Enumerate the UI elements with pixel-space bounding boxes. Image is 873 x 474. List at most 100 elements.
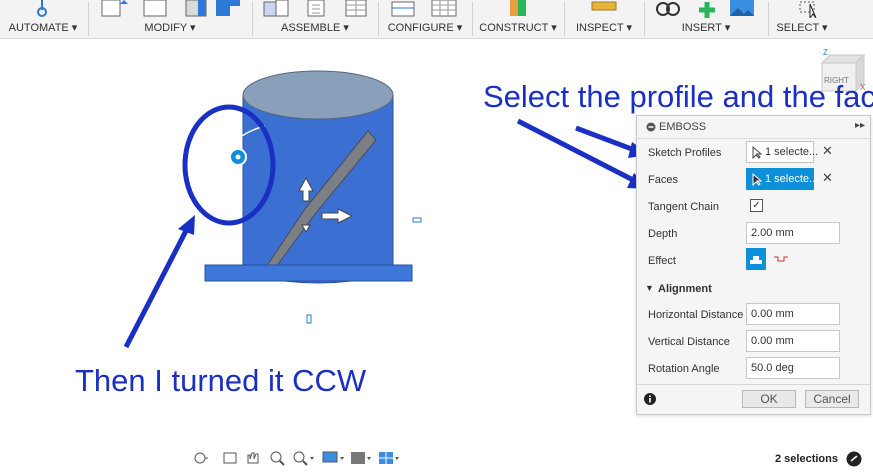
configure-group[interactable]: CONFIGURE ▾ [380, 0, 470, 38]
emboss-effect-icon [750, 256, 762, 264]
zoom-icon[interactable] [270, 451, 285, 466]
viewports-icon[interactable] [379, 452, 399, 464]
tangent-chain-checkbox[interactable]: ✓ [750, 199, 763, 212]
separator [564, 2, 565, 36]
cylinder-top-face[interactable] [242, 70, 394, 120]
automate-menu[interactable]: AUTOMATE ▾ [0, 21, 86, 34]
rotation-handle-center [235, 154, 241, 160]
assemble-group[interactable]: ASSEMBLE ▾ [254, 0, 376, 38]
cursor-arrow-icon [752, 146, 762, 159]
ribbon-toolbar: AUTOMATE ▾ MODIFY ▾ ASSEMBLE ▾ CONFIGURE… [0, 0, 873, 39]
component-icon [307, 0, 325, 17]
emboss-effect-button[interactable] [746, 248, 766, 270]
ok-button[interactable]: OK [742, 390, 796, 408]
assemble-menu[interactable]: ASSEMBLE ▾ [254, 21, 376, 34]
bottom-handle[interactable] [306, 314, 312, 324]
annotation-arrowhead-up [178, 215, 195, 235]
inspect-group[interactable]: INSPECT ▾ [566, 0, 642, 38]
config-table-icon [431, 0, 457, 17]
depth-row: Depth 2.00 mm [637, 221, 870, 248]
insert-menu[interactable]: INSERT ▾ [646, 21, 766, 34]
insert-plus-icon [699, 2, 715, 18]
construct-menu[interactable]: CONSTRUCT ▾ [474, 21, 562, 34]
tangent-chain-label: Tangent Chain [648, 201, 719, 213]
joint-icon [263, 0, 289, 17]
configure-menu[interactable]: CONFIGURE ▾ [380, 21, 470, 34]
modify-group[interactable]: MODIFY ▾ [90, 0, 250, 38]
construct-group[interactable]: CONSTRUCT ▾ [474, 0, 562, 38]
horizontal-distance-row: Horizontal Distance 0.00 mm [637, 302, 870, 329]
separator [644, 2, 645, 36]
sketch-profiles-row: Sketch Profiles 1 selecte... ✕ [637, 140, 870, 167]
navigation-icons [194, 451, 399, 466]
cylinder-body[interactable] [242, 94, 394, 284]
alignment-section[interactable]: ▼ Alignment [637, 276, 870, 303]
measure-icon [591, 1, 617, 11]
separator [768, 2, 769, 36]
vertical-distance-label: Vertical Distance [648, 336, 730, 348]
faces-select-button[interactable]: 1 selecte... [746, 168, 818, 190]
sketch-profiles-select-button[interactable]: 1 selecte... [746, 141, 818, 163]
cursor-arrow-icon [752, 173, 762, 186]
faces-row: Faces 1 selecte... ✕ [637, 167, 870, 194]
annotation-turned-text: Then I turned it CCW [75, 363, 367, 398]
select-cursor-icon [799, 1, 817, 18]
effect-label: Effect [648, 255, 676, 267]
faces-label: Faces [648, 174, 678, 186]
annotation-select-text: Select the profile and the face. [483, 79, 873, 114]
rotation-angle-row: Rotation Angle 50.0 deg [637, 356, 870, 383]
modify-menu[interactable]: MODIFY ▾ [90, 21, 250, 34]
sketch-profiles-label: Sketch Profiles [648, 147, 722, 159]
effect-row: Effect [637, 248, 870, 275]
shell-icon [216, 0, 240, 16]
depth-input[interactable]: 2.00 mm [746, 222, 840, 244]
look-at-icon[interactable] [223, 452, 237, 464]
inspect-menu[interactable]: INSPECT ▾ [566, 21, 642, 34]
automate-group[interactable]: AUTOMATE ▾ [0, 0, 86, 38]
expand-icon[interactable]: ▸▸ [855, 120, 865, 131]
info-icon[interactable] [644, 393, 656, 405]
selection-count: 2 selections [775, 453, 838, 465]
emboss-title: EMBOSS [659, 121, 707, 133]
fillet-icon [143, 0, 167, 17]
select-group[interactable]: SELECT ▾ [770, 0, 834, 38]
annotation-arrow-profiles [575, 125, 638, 154]
grid-settings-icon[interactable] [351, 452, 371, 464]
zoom-window-icon[interactable] [293, 451, 314, 466]
clear-profiles-icon[interactable]: ✕ [822, 143, 833, 159]
rotation-angle-label: Rotation Angle [648, 363, 720, 375]
vertical-distance-input[interactable]: 0.00 mm [746, 330, 840, 352]
automate-icon [37, 0, 47, 17]
rotation-angle-input[interactable]: 50.0 deg [746, 357, 840, 379]
collapse-minus-icon[interactable] [646, 122, 656, 132]
horizontal-distance-input[interactable]: 0.00 mm [746, 303, 840, 325]
separator [88, 2, 89, 36]
select-menu[interactable]: SELECT ▾ [770, 21, 834, 34]
display-settings-icon[interactable] [322, 451, 344, 463]
pan-hand-icon[interactable] [247, 452, 259, 464]
insert-image-icon [730, 0, 754, 16]
orbit-icon[interactable] [194, 452, 208, 464]
tangent-chain-row: Tangent Chain ✓ [637, 194, 870, 221]
side-handle[interactable] [412, 217, 422, 223]
link-icon [656, 2, 680, 16]
cancel-button[interactable]: Cancel [805, 390, 859, 408]
separator [378, 2, 379, 36]
press-pull-icon [101, 0, 128, 17]
horizontal-distance-label: Horizontal Distance [648, 309, 744, 321]
depth-label: Depth [648, 228, 678, 240]
viewcube-axis-z: Z [823, 48, 828, 57]
alignment-collapse-icon[interactable]: ▼ [645, 283, 654, 293]
sketch-profiles-value: 1 selecte... [765, 146, 819, 158]
faces-value: 1 selecte... [765, 173, 819, 185]
comment-icon[interactable] [846, 451, 862, 467]
deboss-effect-icon[interactable] [773, 253, 789, 265]
emboss-header[interactable]: EMBOSS ▸▸ [637, 116, 870, 139]
navigation-toolbar [191, 447, 405, 469]
plane-icon [510, 0, 526, 16]
separator [252, 2, 253, 36]
insert-group[interactable]: INSERT ▾ [646, 0, 766, 38]
clear-faces-icon[interactable]: ✕ [822, 170, 833, 186]
chamfer-icon [185, 0, 207, 17]
sketch-plane-plate[interactable] [204, 264, 413, 282]
